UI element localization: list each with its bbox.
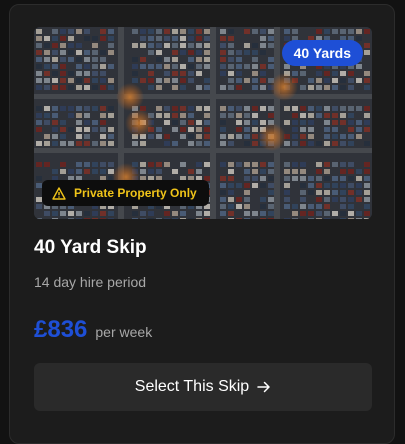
skip-image: 40 Yards Private Property Only xyxy=(34,27,372,219)
select-skip-button[interactable]: Select This Skip xyxy=(34,363,372,411)
price: £836 xyxy=(34,316,88,343)
private-property-label: Private Property Only xyxy=(74,186,197,200)
private-property-badge: Private Property Only xyxy=(42,180,209,206)
price-row: £836 per week xyxy=(34,316,152,344)
hire-period: 14 day hire period xyxy=(34,274,147,290)
warning-triangle-icon xyxy=(52,186,66,200)
select-skip-label: Select This Skip xyxy=(134,378,250,395)
skip-card: 40 Yards Private Property Only 40 Yard S… xyxy=(9,4,395,444)
arrow-right-icon xyxy=(257,381,271,393)
price-unit: per week xyxy=(95,324,153,340)
size-badge: 40 Yards xyxy=(281,40,363,66)
skip-title: 40 Yard Skip xyxy=(34,237,147,258)
